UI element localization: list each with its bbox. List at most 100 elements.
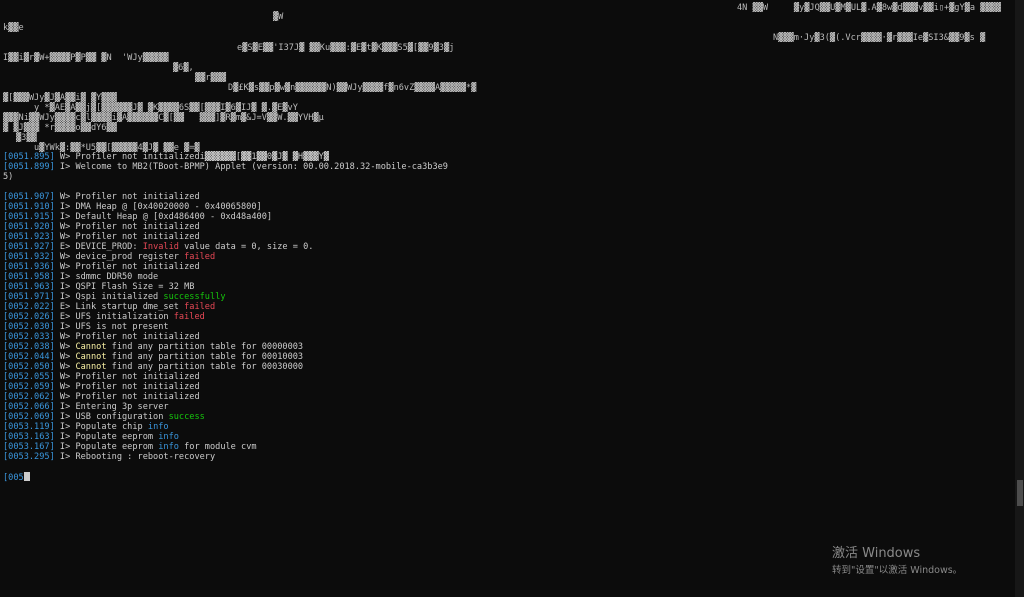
log-timestamp: [0052.055]	[3, 372, 55, 382]
log-line: [0052.022] E> Link startup dme_set faile…	[3, 302, 1013, 312]
watermark-title: 激活 Windows	[832, 546, 921, 561]
log-text: for module cvm	[178, 442, 257, 452]
log-text: W> Profiler not initialized	[54, 372, 200, 382]
log-line: [0052.038] W> Cannot find any partition …	[3, 342, 1013, 352]
log-line: [0052.062] W> Profiler not initialized	[3, 392, 1013, 402]
log-text: W>	[54, 362, 76, 372]
log-timestamp: [0051.895]	[3, 152, 55, 162]
log-timestamp: [0053.163]	[3, 432, 55, 442]
log-line: [0051.963] I> QSPI Flash Size = 32 MB	[3, 282, 1013, 292]
garbage-text: ▓ ▓J▓▓▓ *r▓▓▓▓o▓▓dY6▓▓	[3, 123, 117, 133]
log-text: Cannot	[75, 342, 107, 352]
log-text: I> Default Heap @ [0xd486400 - 0xd48a400…	[54, 212, 273, 222]
text-cursor	[23, 472, 30, 481]
log-line: [0053.167] I> Populate eeprom info for m…	[3, 442, 1013, 452]
watermark-subtitle: 转到"设置"以激活 Windows。	[832, 565, 963, 576]
log-line: [0051.907] W> Profiler not initialized	[3, 192, 1013, 202]
log-text: I> UFS is not present	[54, 322, 169, 332]
log-line: [0051.958] I> sdmmc DDR50 mode	[3, 272, 1013, 282]
log-text: E> DEVICE_PROD:	[54, 242, 143, 252]
log-text: info	[158, 432, 179, 442]
garbage-text: e▓S▓E▓▓'I37J▓ ▓▓Ku▓▓▓:▓E▓t▓K▓▓▓S5▓[▓▓9▓3…	[237, 43, 455, 53]
log-text: I> sdmmc DDR50 mode	[54, 272, 159, 282]
log-timestamp: [0052.059]	[3, 382, 55, 392]
garbage-text: ▓W	[273, 12, 284, 22]
garbage-text: ▓[▓▓▓WJy▓J▓A▓▓i▓ ▓Y▓▓▓	[3, 93, 117, 103]
log-timestamp: [0051.920]	[3, 222, 55, 232]
log-text: I> Populate eeprom	[54, 432, 159, 442]
log-timestamp: [0052.062]	[3, 392, 55, 402]
log-timestamp: [0052.030]	[3, 322, 55, 332]
log-text: I> Entering 3p server	[54, 402, 169, 412]
log-text: I> QSPI Flash Size = 32 MB	[54, 282, 195, 292]
log-timestamp: [0051.899]	[3, 162, 55, 172]
log-line: [0051.936] W> Profiler not initialized	[3, 262, 1013, 272]
log-timestamp: [0052.038]	[3, 342, 55, 352]
log-text: Invalid	[142, 242, 179, 252]
garbage-text: y *▓AE▓A▓▓j▓[▓▓▓▓▓▓J▓ ▓K▓▓▓▓6S▓▓[▓▓▓I▓6▓…	[34, 103, 298, 113]
log-line: [0052.069] I> USB configuration success	[3, 412, 1013, 422]
garbage-text: ▓▓r▓▓▓	[195, 73, 227, 83]
log-timestamp: [0052.069]	[3, 412, 55, 422]
log-text: find any partition table for 00030000	[106, 362, 304, 372]
command-prompt[interactable]: [005	[3, 472, 30, 483]
log-line: [0052.059] W> Profiler not initialized	[3, 382, 1013, 392]
log-timestamp: [0051.910]	[3, 202, 55, 212]
log-timestamp: [0052.026]	[3, 312, 55, 322]
log-text: failed	[184, 302, 216, 312]
log-text: W> Profiler not initialized	[54, 332, 200, 342]
garbage-text: ▓3▓▓	[16, 133, 37, 143]
log-text: find any partition table for 00000003	[106, 342, 304, 352]
garbage-text: ▓6▓,	[173, 63, 194, 73]
vertical-scrollbar[interactable]	[1015, 0, 1024, 597]
log-text: I> Welcome to MB2(TBoot-BPMP) Applet (ve…	[54, 162, 448, 172]
log-text: info	[147, 422, 169, 432]
log-timestamp: [0051.927]	[3, 242, 55, 252]
log-text: W>	[54, 352, 76, 362]
log-timestamp: [0053.167]	[3, 442, 55, 452]
prompt-text: [005	[3, 473, 24, 483]
log-text: I> DMA Heap @ [0x40020000 - 0x40065800]	[54, 202, 262, 212]
scrollbar-thumb[interactable]	[1017, 480, 1023, 506]
log-line: [0051.910] I> DMA Heap @ [0x40020000 - 0…	[3, 202, 1013, 212]
garbage-text: D▓£K▓s▓▓p▓w▓n▓▓▓▓▓▓N)▓▓WJy▓▓▓▓f▓n6vZ▓▓▓▓…	[228, 83, 477, 93]
garbage-text: k▓▓e	[3, 23, 24, 33]
log-timestamp: [0051.936]	[3, 262, 55, 272]
log-text: find any partition table for 00010003	[106, 352, 304, 362]
log-text: W> Profiler not initialized	[54, 232, 200, 242]
log-text: I> Qspi initialized	[54, 292, 164, 302]
log-line: [0051.932] W> device_prod register faile…	[3, 252, 1013, 262]
log-line: [0051.923] W> Profiler not initialized	[3, 232, 1013, 242]
log-text: E> UFS initialization	[54, 312, 174, 322]
log-text: 5)	[3, 172, 14, 182]
windows-activation-watermark: 激活 Windows 转到"设置"以激活 Windows。	[832, 545, 962, 578]
log-text: success	[168, 412, 205, 422]
log-line: [0051.920] W> Profiler not initialized	[3, 222, 1013, 232]
log-text: I> Populate eeprom	[54, 442, 159, 452]
log-line: [0051.971] I> Qspi initialized successfu…	[3, 292, 1013, 302]
log-timestamp: [0052.022]	[3, 302, 55, 312]
log-text: failed	[184, 252, 216, 262]
log-text: W> Profiler not initialized	[54, 392, 200, 402]
log-timestamp: [0053.295]	[3, 452, 55, 462]
log-line: [0052.030] I> UFS is not present	[3, 322, 1013, 332]
log-timestamp: [0051.923]	[3, 232, 55, 242]
log-timestamp: [0052.033]	[3, 332, 55, 342]
log-line: [0052.066] I> Entering 3p server	[3, 402, 1013, 412]
log-text: W> Profiler not initialized	[54, 192, 200, 202]
log-timestamp: [0053.119]	[3, 422, 55, 432]
log-line: [0052.044] W> Cannot find any partition …	[3, 352, 1013, 362]
log-line: [0052.033] W> Profiler not initialized	[3, 332, 1013, 342]
log-line: [0052.050] W> Cannot find any partition …	[3, 362, 1013, 372]
log-line: [0052.026] E> UFS initialization failed	[3, 312, 1013, 322]
log-text: W> Profiler not initialized	[54, 222, 200, 232]
garbage-text: 4N ▓▓W ▓y▓JQ▓▓U▓M▓UL▓.A▓8w▓d▓▓▓v▓▓i▯+▓gY…	[737, 3, 1001, 13]
log-text: info	[158, 442, 179, 452]
garbage-text: N▓▓▓m·Jy▓3(▓(.Vcr▓▓▓▓·▓r▓▓▓Ie▓SI3&▓▓9▓s …	[773, 33, 986, 43]
log-timestamp: [0051.971]	[3, 292, 55, 302]
log-timestamp: [0051.963]	[3, 282, 55, 292]
log-text: I> USB configuration	[54, 412, 169, 422]
log-line: [0051.915] I> Default Heap @ [0xd486400 …	[3, 212, 1013, 222]
terminal-window[interactable]: ▓W 4N ▓▓W ▓y▓JQ▓▓U▓M▓UL▓.A▓8w▓d▓▓▓v▓▓i▯+…	[0, 0, 1024, 597]
